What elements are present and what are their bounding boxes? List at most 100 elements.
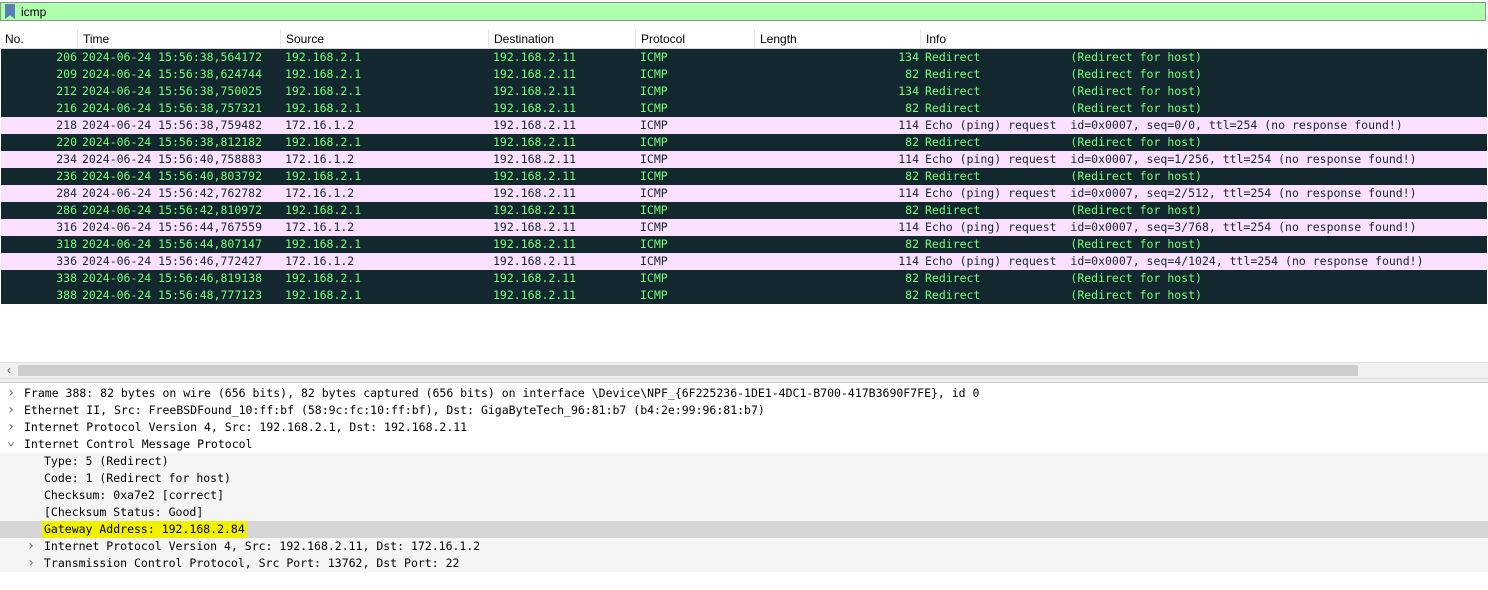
packet-row[interactable]: 284 2024-06-24 15:56:42,762782 172.16.1.2 1… (1, 185, 1487, 202)
packet-list: 206 2024-06-24 15:56:38,564172 192.168.2.1… (0, 49, 1488, 359)
packet-number: 286 (56, 203, 77, 217)
packet-row[interactable]: 218 2024-06-24 15:56:38,759482 172.16.1.2 1… (1, 117, 1487, 134)
tree-item[interactable]: › Ethernet II, Src: FreeBSDFound_10:ff:bf… (0, 402, 1488, 419)
tree-item[interactable]: [Checksum Status: Good] (0, 504, 1488, 521)
packet-info: Redirect (Redirect for host) (925, 84, 1202, 98)
pane-splitter[interactable] (0, 379, 1488, 383)
packet-row[interactable]: 209 2024-06-24 15:56:38,624744 192.168.2.1… (1, 66, 1487, 83)
packet-source: 172.16.1.2 (285, 186, 355, 200)
packet-row[interactable]: 206 2024-06-24 15:56:38,564172 192.168.2.1… (1, 49, 1487, 66)
column-header-destination[interactable]: Destination (489, 29, 636, 49)
tree-item[interactable]: Checksum: 0xa7e2 [correct] (0, 487, 1488, 504)
column-header-length[interactable]: Length (755, 29, 921, 49)
tree-item[interactable]: › Transmission Control Protocol, Src Port… (0, 555, 1488, 572)
display-filter-input[interactable] (21, 3, 1461, 20)
tree-item[interactable]: › Frame 388: 82 bytes on wire (656 bits),… (0, 385, 1488, 402)
packet-protocol: ICMP (640, 203, 668, 217)
packet-protocol: ICMP (640, 67, 668, 81)
chevron-right-icon[interactable]: › (26, 555, 36, 572)
packet-number: 284 (56, 186, 77, 200)
chevron-down-icon[interactable]: ⌄ (6, 434, 16, 453)
packet-row[interactable]: 236 2024-06-24 15:56:40,803792 192.168.2.1… (1, 168, 1487, 185)
packet-length: 82 (905, 288, 919, 302)
packet-time: 2024-06-24 15:56:42,762782 (82, 186, 263, 200)
tree-item[interactable]: Code: 1 (Redirect for host) (0, 470, 1488, 487)
packet-length: 82 (905, 237, 919, 251)
packet-source: 192.168.2.1 (285, 101, 362, 115)
scrollbar-thumb[interactable] (18, 365, 1358, 376)
packet-time: 2024-06-24 15:56:48,777123 (82, 288, 263, 302)
packet-destination: 192.168.2.11 (493, 203, 577, 217)
packet-destination: 192.168.2.11 (493, 50, 577, 64)
tree-item-label: Internet Protocol Version 4, Src: 192.16… (24, 420, 468, 434)
bookmark-icon[interactable] (4, 4, 16, 19)
column-header-time[interactable]: Time (78, 29, 281, 49)
column-header-info[interactable]: Info (921, 29, 1488, 49)
packet-time: 2024-06-24 15:56:46,772427 (82, 254, 263, 268)
packet-source: 172.16.1.2 (285, 254, 355, 268)
packet-length: 114 (898, 186, 919, 200)
packet-protocol: ICMP (640, 271, 668, 285)
packet-row[interactable]: 338 2024-06-24 15:56:46,819138 192.168.2.1… (1, 270, 1487, 287)
packet-row[interactable]: 318 2024-06-24 15:56:44,807147 192.168.2.1… (1, 236, 1487, 253)
packet-info: Redirect (Redirect for host) (925, 237, 1202, 251)
packet-length: 114 (898, 152, 919, 166)
packet-number: 318 (56, 237, 77, 251)
packet-source: 192.168.2.1 (285, 84, 362, 98)
tree-item[interactable]: Gateway Address: 192.168.2.84 (0, 521, 1488, 538)
column-header-protocol[interactable]: Protocol (636, 29, 755, 49)
packet-destination: 192.168.2.11 (493, 101, 577, 115)
packet-protocol: ICMP (640, 169, 668, 183)
chevron-right-icon[interactable]: › (6, 385, 16, 402)
tree-item[interactable]: Type: 5 (Redirect) (0, 453, 1488, 470)
chevron-right-icon[interactable]: › (6, 402, 16, 419)
packet-protocol: ICMP (640, 50, 668, 64)
packet-protocol: ICMP (640, 101, 668, 115)
tree-item-label: Checksum: 0xa7e2 [correct] (44, 488, 225, 502)
packet-source: 192.168.2.1 (285, 271, 362, 285)
packet-time: 2024-06-24 15:56:38,757321 (82, 101, 263, 115)
packet-length: 114 (898, 118, 919, 132)
packet-row[interactable]: 316 2024-06-24 15:56:44,767559 172.16.1.2 1… (1, 219, 1487, 236)
tree-item[interactable]: › Internet Protocol Version 4, Src: 192.1… (0, 419, 1488, 436)
packet-time: 2024-06-24 15:56:46,819138 (82, 271, 263, 285)
packet-row[interactable]: 388 2024-06-24 15:56:48,777123 192.168.2.1… (1, 287, 1487, 304)
packet-info: Echo (ping) request id=0x0007, seq=4/102… (925, 254, 1424, 268)
packet-length: 82 (905, 271, 919, 285)
selected-field-label: Gateway Address: 192.168.2.84 (42, 521, 247, 538)
packet-destination: 192.168.2.11 (493, 254, 577, 268)
tree-item[interactable]: ⌄ Internet Control Message Protocol (0, 434, 1488, 453)
packet-number: 212 (56, 84, 77, 98)
packet-row[interactable]: 220 2024-06-24 15:56:38,812182 192.168.2.1… (1, 134, 1487, 151)
tree-item-label: Internet Protocol Version 4, Src: 192.16… (44, 539, 481, 553)
packet-source: 192.168.2.1 (285, 67, 362, 81)
packet-row[interactable]: 212 2024-06-24 15:56:38,750025 192.168.2.1… (1, 83, 1487, 100)
packet-row[interactable]: 216 2024-06-24 15:56:38,757321 192.168.2.1… (1, 100, 1487, 117)
column-header-source[interactable]: Source (281, 29, 489, 49)
packet-number: 336 (56, 254, 77, 268)
packet-info: Redirect (Redirect for host) (925, 288, 1202, 302)
packet-row[interactable]: 234 2024-06-24 15:56:40,758883 172.16.1.2 1… (1, 151, 1487, 168)
packet-info: Redirect (Redirect for host) (925, 203, 1202, 217)
packet-destination: 192.168.2.11 (493, 220, 577, 234)
packet-row[interactable]: 336 2024-06-24 15:56:46,772427 172.16.1.2 1… (1, 253, 1487, 270)
packet-info: Redirect (Redirect for host) (925, 101, 1202, 115)
packet-number: 316 (56, 220, 77, 234)
packet-row[interactable]: 286 2024-06-24 15:56:42,810972 192.168.2.1… (1, 202, 1487, 219)
tree-item[interactable]: › Internet Protocol Version 4, Src: 192.1… (0, 538, 1488, 555)
packet-time: 2024-06-24 15:56:44,767559 (82, 220, 263, 234)
packet-length: 82 (905, 203, 919, 217)
packet-destination: 192.168.2.11 (493, 186, 577, 200)
chevron-right-icon[interactable]: › (26, 538, 36, 555)
packet-destination: 192.168.2.11 (493, 271, 577, 285)
packet-length: 82 (905, 67, 919, 81)
column-header-no[interactable]: No. (0, 29, 78, 49)
packet-protocol: ICMP (640, 237, 668, 251)
packet-length: 114 (898, 220, 919, 234)
packet-protocol: ICMP (640, 288, 668, 302)
packet-list-horizontal-scrollbar[interactable]: ‹ (0, 362, 1488, 379)
packet-length: 82 (905, 101, 919, 115)
chevron-left-icon[interactable]: ‹ (2, 363, 16, 378)
packet-number: 209 (56, 67, 77, 81)
packet-time: 2024-06-24 15:56:38,759482 (82, 118, 263, 132)
